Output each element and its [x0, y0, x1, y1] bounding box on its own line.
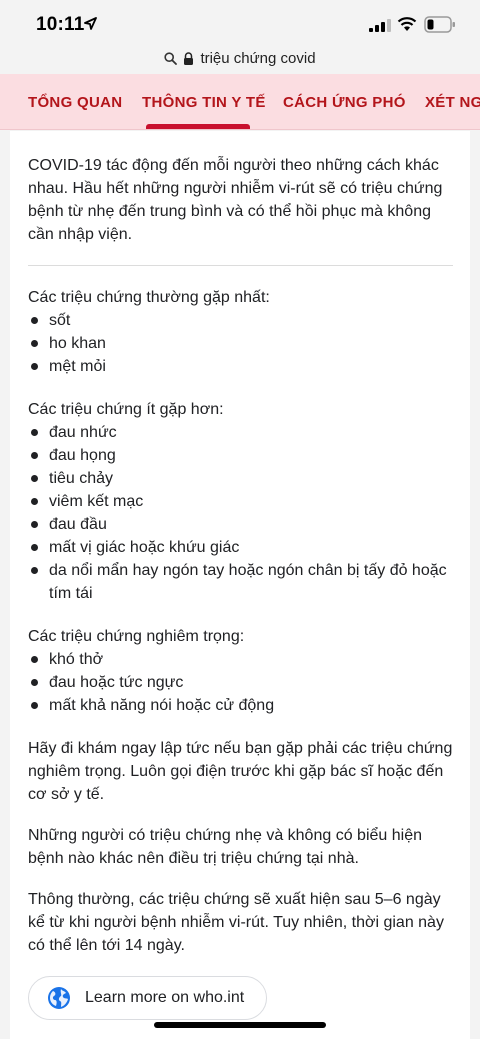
- search-icon: [164, 51, 178, 65]
- battery-icon: [424, 16, 455, 33]
- tab-testing[interactable]: XÉT NGH: [425, 94, 480, 111]
- wifi-icon: [397, 17, 417, 31]
- common-symptoms-section: Các triệu chứng thường gặp nhất: sốt ho …: [28, 286, 460, 378]
- selected-tab-indicator: [146, 124, 250, 129]
- tab-bar: TỔNG QUAN THÔNG TIN Y TẾ CÁCH ỨNG PHÓ XÉ…: [0, 74, 480, 130]
- serious-symptoms-section: Các triệu chứng nghiêm trọng: khó thở đa…: [28, 625, 460, 717]
- url-text: triệu chứng covid: [200, 49, 316, 67]
- learn-more-label: Learn more on who.int: [85, 989, 245, 1006]
- list-item: đau đầu: [28, 513, 460, 536]
- cellular-signal-icon: [369, 19, 391, 32]
- less-common-symptoms-heading: Các triệu chứng ít gặp hơn:: [28, 401, 224, 418]
- list-item: mệt mỏi: [28, 355, 460, 378]
- less-common-symptoms-list: đau nhức đau họng tiêu chảy viêm kết mạc…: [28, 421, 460, 605]
- list-item: đau nhức: [28, 421, 460, 444]
- list-item: khó thở: [28, 648, 460, 671]
- status-bar: 10:11: [0, 0, 480, 46]
- status-time: 10:11: [36, 14, 85, 35]
- tab-response[interactable]: CÁCH ỨNG PHÓ: [283, 94, 406, 111]
- common-symptoms-list: sốt ho khan mệt mỏi: [28, 309, 460, 378]
- home-indicator[interactable]: [154, 1022, 326, 1028]
- list-item: viêm kết mạc: [28, 490, 460, 513]
- list-item: đau hoặc tức ngực: [28, 671, 460, 694]
- onset-timing-paragraph: Thông thường, các triệu chứng sẽ xuất hi…: [28, 891, 444, 954]
- list-item: mất khả năng nói hoặc cử động: [28, 694, 460, 717]
- list-item: tiêu chảy: [28, 467, 460, 490]
- tab-medical-info[interactable]: THÔNG TIN Y TẾ: [142, 94, 266, 111]
- list-item: da nổi mẩn hay ngón tay hoặc ngón chân b…: [28, 559, 460, 605]
- less-common-symptoms-section: Các triệu chứng ít gặp hơn: đau nhức đau…: [28, 398, 460, 605]
- serious-symptoms-list: khó thở đau hoặc tức ngực mất khả năng n…: [28, 648, 460, 717]
- list-item: mất vị giác hoặc khứu giác: [28, 536, 460, 559]
- learn-more-button[interactable]: Learn more on who.int: [28, 976, 267, 1020]
- list-item: đau họng: [28, 444, 460, 467]
- globe-icon: [48, 987, 70, 1009]
- lock-icon: [184, 51, 194, 65]
- common-symptoms-heading: Các triệu chứng thường gặp nhất:: [28, 289, 270, 306]
- mild-symptoms-paragraph: Những người có triệu chứng nhẹ và không …: [28, 827, 422, 867]
- intro-paragraph: COVID-19 tác động đến mỗi người theo nhữ…: [28, 157, 443, 243]
- divider: [28, 265, 453, 266]
- seek-care-paragraph: Hãy đi khám ngay lập tức nếu bạn gặp phả…: [28, 740, 453, 803]
- location-arrow-icon: [84, 17, 97, 30]
- url-bar[interactable]: triệu chứng covid: [0, 44, 480, 72]
- serious-symptoms-heading: Các triệu chứng nghiêm trọng:: [28, 628, 245, 645]
- content-card: COVID-19 tác động đến mỗi người theo nhữ…: [10, 131, 470, 1039]
- tab-overview[interactable]: TỔNG QUAN: [28, 94, 122, 111]
- list-item: ho khan: [28, 332, 460, 355]
- list-item: sốt: [28, 309, 460, 332]
